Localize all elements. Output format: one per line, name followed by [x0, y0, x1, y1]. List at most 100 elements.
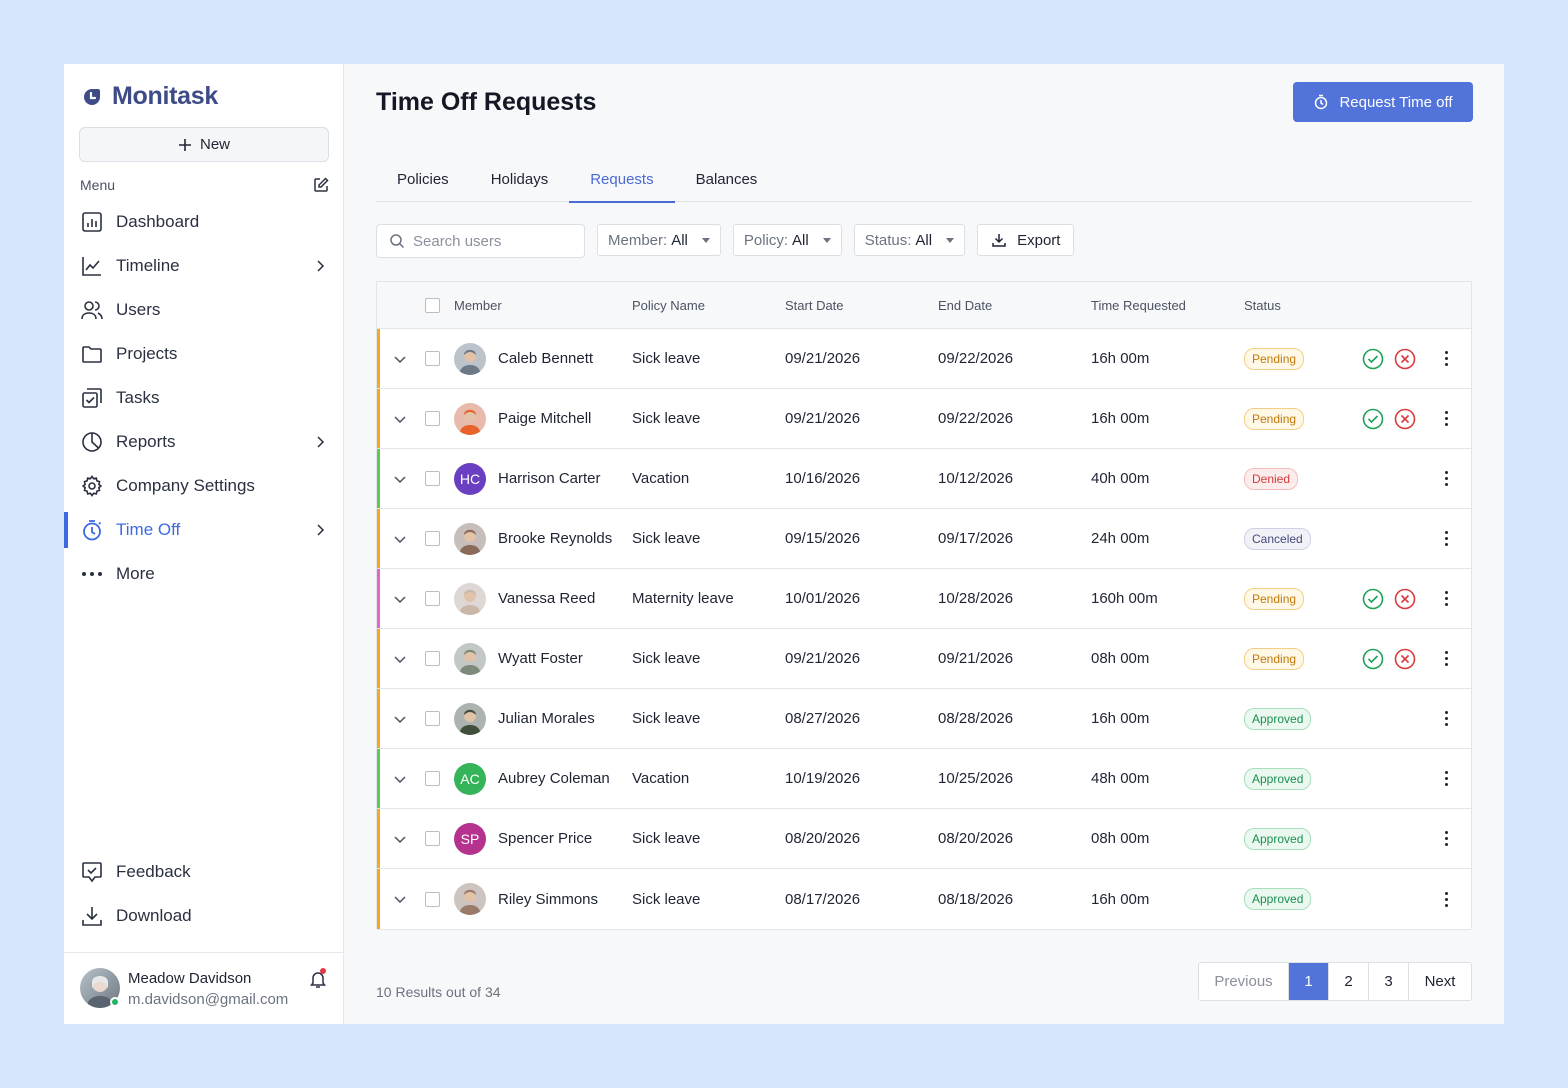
tab-balances[interactable]: Balances [675, 156, 779, 202]
tab-holidays[interactable]: Holidays [470, 156, 570, 202]
pagination-next-button[interactable]: Next [1409, 963, 1471, 1000]
pagination-page-1[interactable]: 1 [1289, 963, 1329, 1000]
member-name[interactable]: Harrison Carter [498, 470, 601, 487]
chevron-down-icon[interactable] [392, 651, 408, 667]
chevron-down-icon[interactable] [392, 891, 408, 907]
deny-icon[interactable] [1394, 648, 1416, 670]
column-header-member[interactable]: Member [454, 282, 502, 329]
row-checkbox[interactable] [425, 531, 440, 546]
more-vertical-icon[interactable] [1436, 769, 1456, 789]
table-row[interactable]: Riley Simmons Sick leave 08/17/2026 08/18/2… [377, 869, 1471, 929]
table-row[interactable]: SP Spencer Price Sick leave 08/20/2026 08/20… [377, 809, 1471, 869]
row-checkbox[interactable] [425, 651, 440, 666]
export-button[interactable]: Export [977, 224, 1075, 256]
request-time-off-button[interactable]: Request Time off [1293, 82, 1473, 122]
status-filter[interactable]: Status: All [853, 224, 966, 256]
member-name[interactable]: Aubrey Coleman [498, 770, 610, 787]
start-date: 09/15/2026 [785, 530, 861, 547]
more-vertical-icon[interactable] [1436, 889, 1456, 909]
member-name[interactable]: Brooke Reynolds [498, 530, 612, 547]
table-row[interactable]: Paige Mitchell Sick leave 09/21/2026 09/22/… [377, 389, 1471, 449]
table-row[interactable]: Brooke Reynolds Sick leave 09/15/2026 09/17… [377, 509, 1471, 569]
approve-icon[interactable] [1362, 408, 1384, 430]
more-vertical-icon[interactable] [1436, 469, 1456, 489]
more-vertical-icon[interactable] [1436, 349, 1456, 369]
chevron-down-icon[interactable] [392, 711, 408, 727]
tab-policies[interactable]: Policies [376, 156, 470, 202]
time-requested: 16h 00m [1091, 350, 1150, 367]
member-name[interactable]: Julian Morales [498, 710, 595, 727]
select-all-checkbox[interactable] [425, 298, 440, 313]
chevron-down-icon[interactable] [392, 531, 408, 547]
column-header-start-date[interactable]: Start Date [785, 282, 844, 329]
sidebar-item-tasks[interactable]: Tasks [64, 376, 344, 420]
tab-requests[interactable]: Requests [569, 156, 675, 203]
chevron-down-icon[interactable] [392, 411, 408, 427]
sidebar-item-projects[interactable]: Projects [64, 332, 344, 376]
more-vertical-icon[interactable] [1436, 409, 1456, 429]
chevron-down-icon[interactable] [392, 831, 408, 847]
row-checkbox[interactable] [425, 591, 440, 606]
more-vertical-icon[interactable] [1436, 649, 1456, 669]
avatar: HC [454, 462, 486, 495]
more-vertical-icon[interactable] [1436, 529, 1456, 549]
more-vertical-icon[interactable] [1436, 829, 1456, 849]
sidebar-item-feedback[interactable]: Feedback [64, 850, 344, 894]
search-box[interactable] [376, 224, 585, 258]
row-checkbox[interactable] [425, 711, 440, 726]
pagination-page-2[interactable]: 2 [1329, 963, 1369, 1000]
sidebar-item-reports[interactable]: Reports [64, 420, 344, 464]
approve-icon[interactable] [1362, 648, 1384, 670]
pagination-page-3[interactable]: 3 [1369, 963, 1409, 1000]
logo[interactable]: Monitask [80, 82, 218, 111]
sidebar-item-more[interactable]: More [64, 552, 344, 596]
table-row[interactable]: Caleb Bennett Sick leave 09/21/2026 09/22/2… [377, 329, 1471, 389]
sidebar-item-dashboard[interactable]: Dashboard [64, 200, 344, 244]
policy-filter[interactable]: Policy: All [732, 224, 842, 256]
column-header-status[interactable]: Status [1244, 282, 1281, 329]
deny-icon[interactable] [1394, 408, 1416, 430]
table-row[interactable]: HC Harrison Carter Vacation 10/16/2026 10/12… [377, 449, 1471, 509]
approve-icon[interactable] [1362, 588, 1384, 610]
chevron-down-icon[interactable] [392, 771, 408, 787]
sidebar-item-users[interactable]: Users [64, 288, 344, 332]
search-input[interactable] [413, 232, 573, 250]
row-checkbox[interactable] [425, 771, 440, 786]
row-checkbox[interactable] [425, 831, 440, 846]
row-checkbox[interactable] [425, 471, 440, 486]
member-name[interactable]: Wyatt Foster [498, 650, 583, 667]
pagination-previous-button[interactable]: Previous [1199, 963, 1289, 1000]
more-vertical-icon[interactable] [1436, 709, 1456, 729]
column-header-end-date[interactable]: End Date [938, 282, 992, 329]
approve-icon[interactable] [1362, 348, 1384, 370]
row-checkbox[interactable] [425, 891, 440, 907]
member-name[interactable]: Spencer Price [498, 830, 592, 847]
user-profile[interactable]: Meadow Davidson m.davidson@gmail.com [64, 952, 344, 1024]
table-row[interactable]: AC Aubrey Coleman Vacation 10/19/2026 10/25/… [377, 749, 1471, 809]
member-name[interactable]: Paige Mitchell [498, 410, 591, 427]
column-header-time-requested[interactable]: Time Requested [1091, 282, 1186, 329]
new-button[interactable]: New [79, 127, 329, 162]
chevron-down-icon[interactable] [392, 591, 408, 607]
deny-icon[interactable] [1394, 588, 1416, 610]
pagination: Previous 1 2 3 Next [1198, 962, 1472, 1001]
member-name[interactable]: Riley Simmons [498, 891, 598, 908]
table-row[interactable]: Vanessa Reed Maternity leave 10/01/2026 10/… [377, 569, 1471, 629]
column-header-policy[interactable]: Policy Name [632, 282, 705, 329]
sidebar-item-download[interactable]: Download [64, 894, 344, 938]
row-checkbox[interactable] [425, 351, 440, 366]
sidebar-item-time-off[interactable]: Time Off [64, 508, 344, 552]
more-vertical-icon[interactable] [1436, 589, 1456, 609]
chevron-down-icon[interactable] [392, 351, 408, 367]
row-checkbox[interactable] [425, 411, 440, 426]
table-row[interactable]: Julian Morales Sick leave 08/27/2026 08/28/… [377, 689, 1471, 749]
chevron-down-icon[interactable] [392, 471, 408, 487]
deny-icon[interactable] [1394, 348, 1416, 370]
member-name[interactable]: Vanessa Reed [498, 590, 595, 607]
table-row[interactable]: Wyatt Foster Sick leave 09/21/2026 09/21/20… [377, 629, 1471, 689]
member-name[interactable]: Caleb Bennett [498, 350, 593, 367]
sidebar-item-timeline[interactable]: Timeline [64, 244, 344, 288]
member-filter[interactable]: Member: All [597, 224, 721, 256]
edit-icon[interactable] [312, 176, 330, 194]
sidebar-item-company-settings[interactable]: Company Settings [64, 464, 344, 508]
